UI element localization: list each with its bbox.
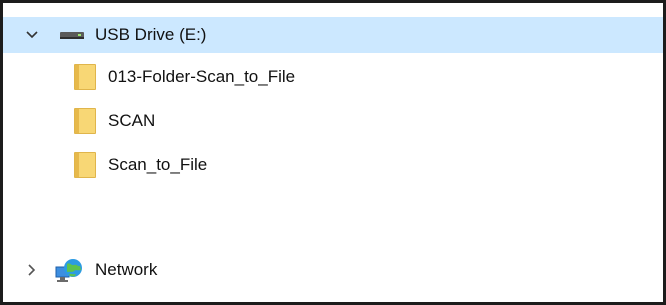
tree-item-folder[interactable]: Scan_to_File [3, 147, 663, 183]
folder-icon [74, 103, 96, 139]
tree-item-usb-drive[interactable]: USB Drive (E:) [3, 17, 663, 53]
chevron-right-icon[interactable] [23, 252, 41, 288]
network-icon [55, 252, 85, 288]
tree-item-network[interactable]: Network [3, 252, 663, 288]
folder-icon [74, 147, 96, 183]
tree-item-label: 013-Folder-Scan_to_File [108, 67, 296, 86]
folder-icon [74, 59, 96, 95]
chevron-down-icon[interactable] [23, 17, 41, 53]
tree-item-label: Network [95, 260, 158, 279]
navigation-pane: USB Drive (E:) 013-Folder-Scan_to_File S… [0, 0, 666, 305]
usb-drive-icon [59, 17, 85, 53]
tree-item-label: SCAN [108, 111, 156, 130]
tree-item-folder[interactable]: SCAN [3, 103, 663, 139]
tree-item-label: USB Drive (E:) [95, 25, 207, 44]
tree-item-label: Scan_to_File [108, 155, 208, 174]
tree-item-folder[interactable]: 013-Folder-Scan_to_File [3, 59, 663, 95]
